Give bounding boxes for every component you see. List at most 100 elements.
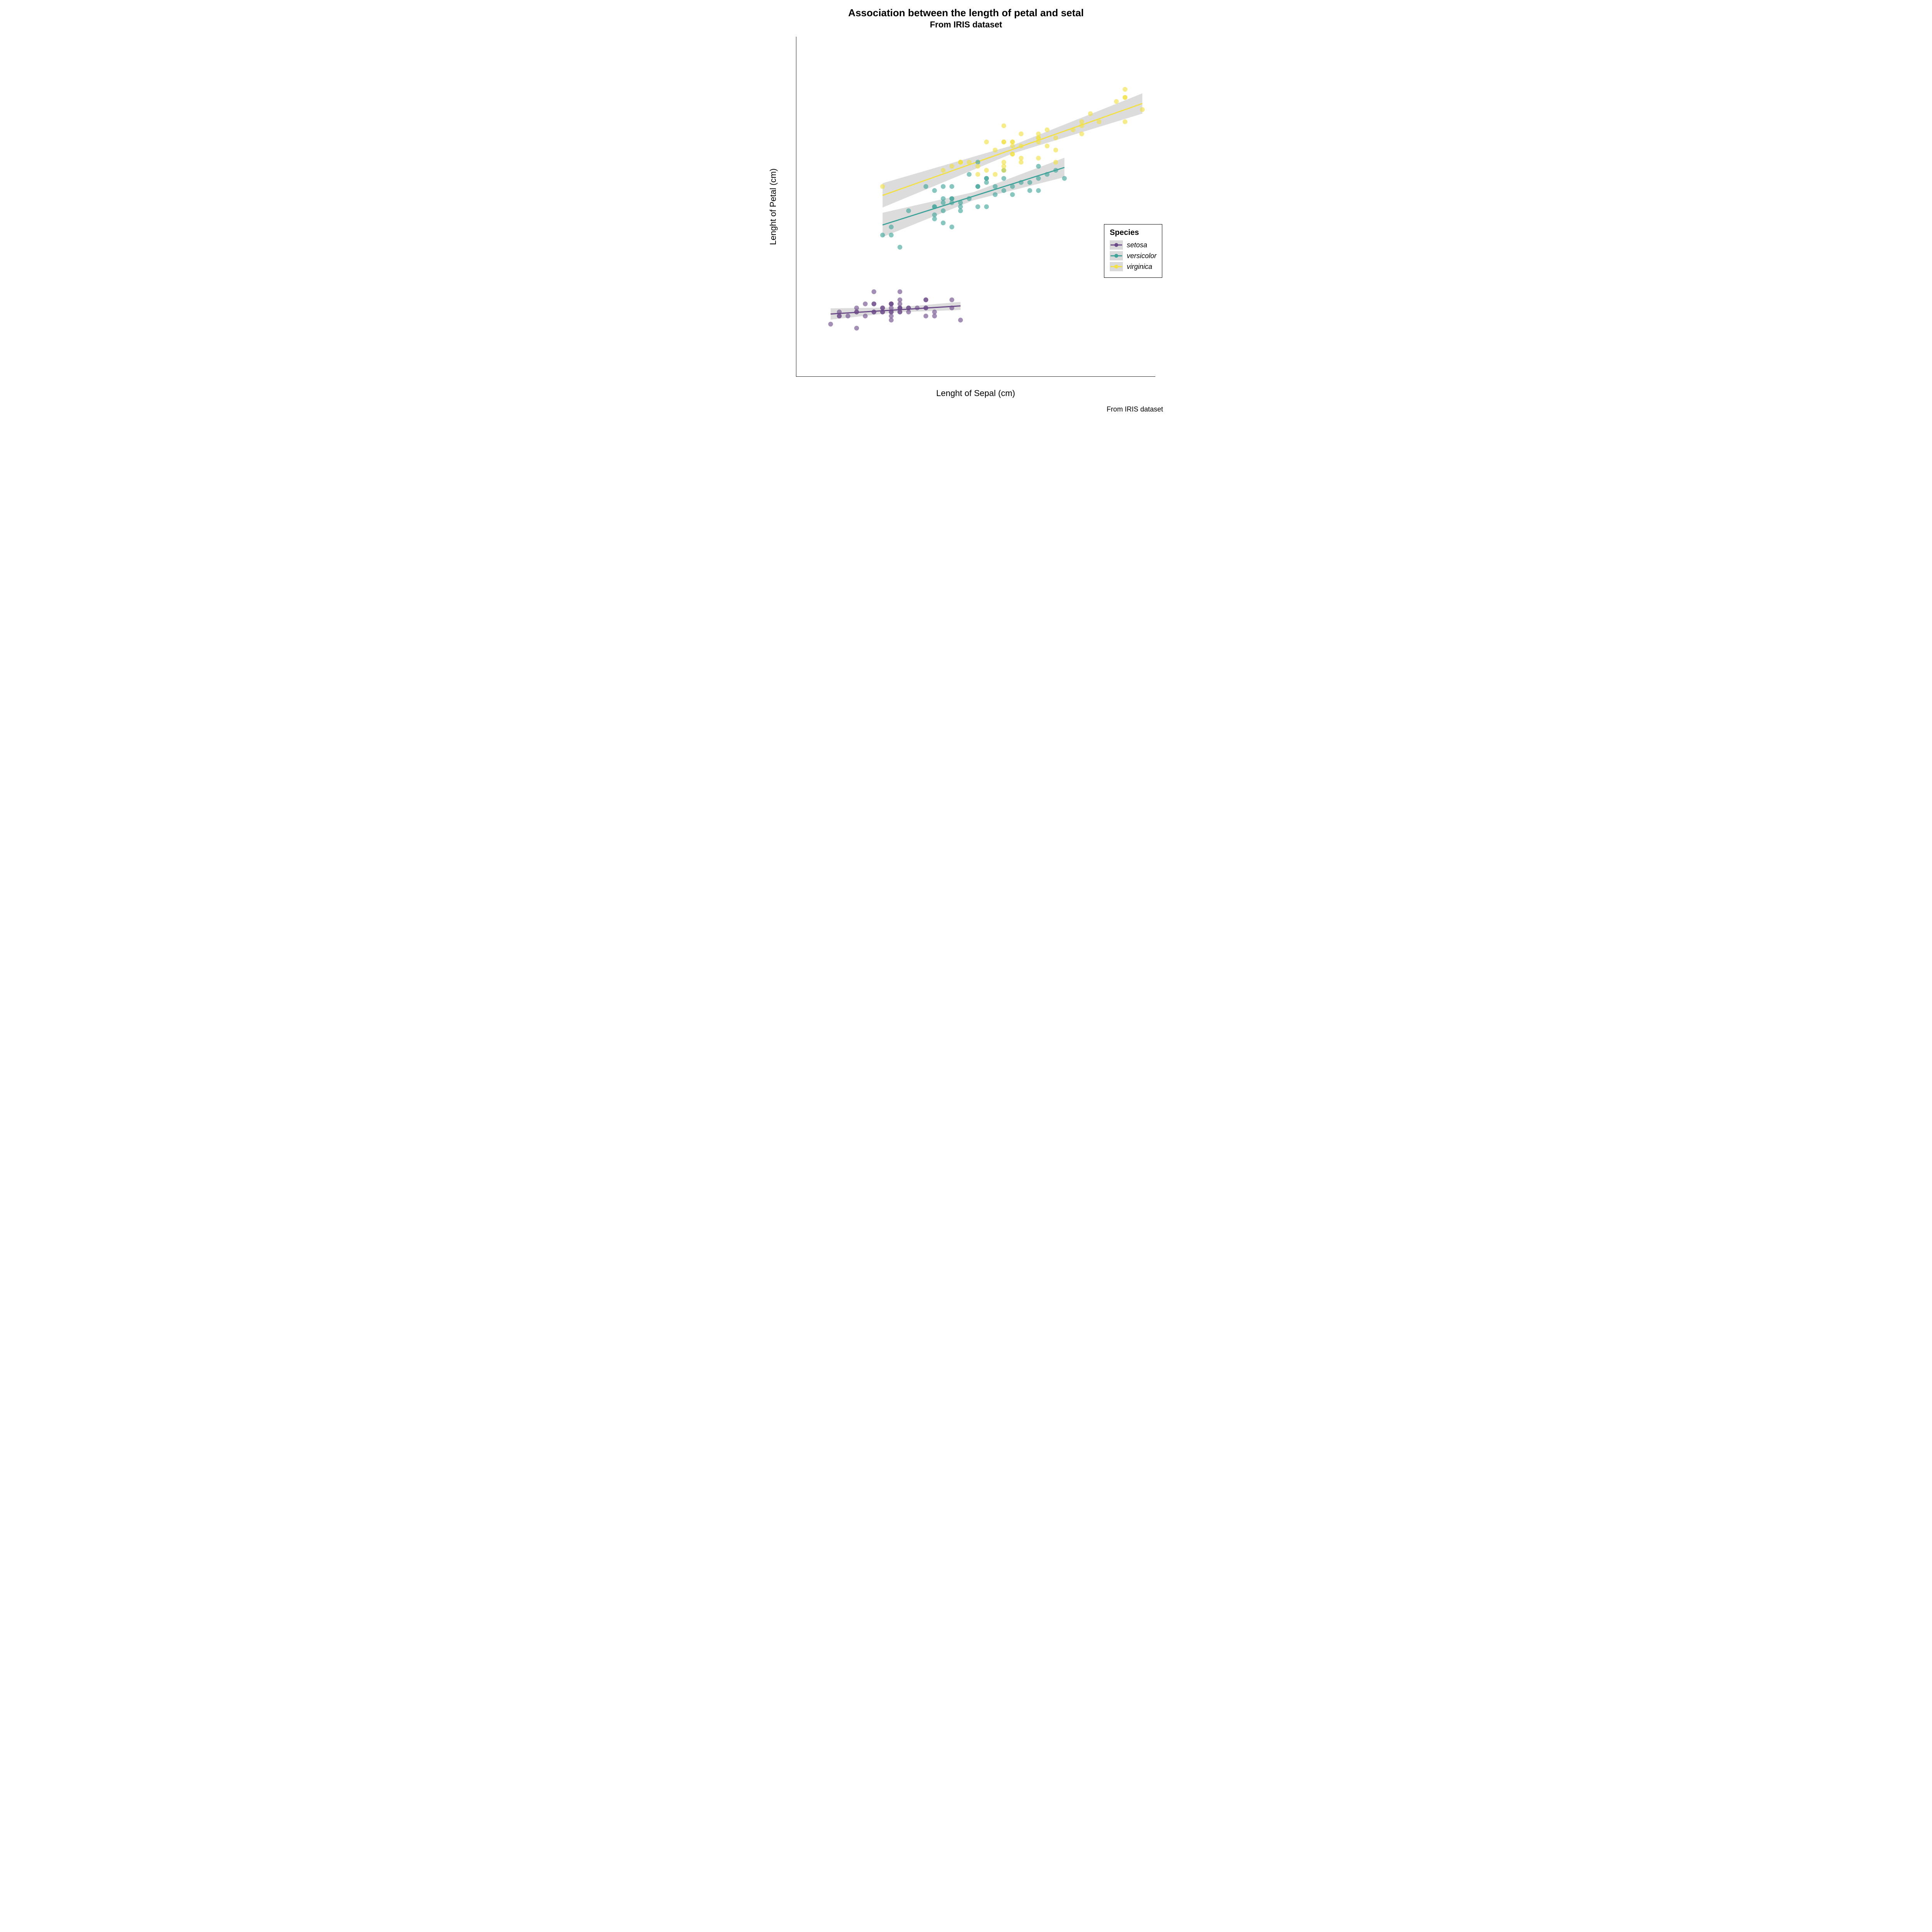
point-virginica [1088, 111, 1093, 116]
point-versicolor [941, 208, 946, 213]
point-versicolor [949, 184, 954, 189]
plot-panel: 45678 02468 [796, 37, 1155, 377]
point-setosa [845, 314, 850, 318]
point-versicolor [898, 245, 902, 250]
point-versicolor [1002, 188, 1006, 193]
point-virginica [1053, 136, 1058, 140]
chart-title: Association between the length of petal … [757, 7, 1175, 19]
point-setosa [923, 298, 928, 302]
chart-root: Association between the length of petal … [757, 0, 1175, 417]
point-setosa [889, 310, 893, 314]
point-versicolor [889, 233, 893, 237]
point-setosa [871, 289, 876, 294]
chart-subtitle: From IRIS dataset [757, 20, 1175, 30]
point-setosa [854, 310, 859, 314]
point-virginica [949, 164, 954, 168]
point-versicolor [975, 204, 980, 209]
point-virginica [1122, 119, 1127, 124]
point-virginica [1019, 144, 1023, 148]
legend-item-versicolor: versicolor [1110, 251, 1156, 260]
point-virginica [1122, 95, 1127, 100]
legend-key-versicolor [1110, 251, 1123, 260]
point-virginica [1010, 152, 1015, 156]
point-virginica [1097, 119, 1101, 124]
point-virginica [1010, 144, 1015, 148]
point-versicolor [1036, 164, 1041, 168]
point-virginica [1045, 128, 1049, 132]
point-setosa [915, 306, 920, 310]
point-virginica [1079, 123, 1084, 128]
point-virginica [1053, 160, 1058, 165]
point-setosa [923, 306, 928, 310]
point-virginica [967, 160, 971, 165]
point-virginica [1045, 144, 1049, 148]
legend-item-setosa: setosa [1110, 240, 1156, 250]
legend-label-setosa: setosa [1127, 241, 1147, 249]
legend-title: Species [1110, 228, 1156, 237]
point-virginica [993, 148, 997, 152]
point-setosa [949, 298, 954, 302]
chart-title-block: Association between the length of petal … [757, 7, 1175, 30]
point-virginica [984, 168, 989, 173]
legend-label-versicolor: versicolor [1127, 252, 1156, 260]
point-setosa [880, 310, 885, 314]
point-virginica [1053, 148, 1058, 152]
point-versicolor [932, 216, 937, 221]
point-versicolor [975, 184, 980, 189]
point-versicolor [1027, 188, 1032, 193]
chart-caption: From IRIS dataset [1107, 405, 1163, 413]
point-versicolor [993, 192, 997, 197]
x-axis-label: Lenght of Sepal (cm) [936, 388, 1015, 398]
point-versicolor [967, 172, 971, 177]
point-setosa [863, 301, 867, 306]
point-setosa [898, 289, 902, 294]
legend-label-virginica: virginica [1127, 263, 1152, 271]
point-versicolor [941, 221, 946, 225]
point-versicolor [906, 208, 911, 213]
point-setosa [932, 314, 937, 318]
point-versicolor [1010, 184, 1015, 189]
point-setosa [898, 301, 902, 306]
point-setosa [871, 310, 876, 314]
point-setosa [923, 314, 928, 318]
point-virginica [1036, 156, 1041, 160]
point-virginica [1002, 164, 1006, 168]
point-versicolor [941, 184, 946, 189]
point-virginica [1122, 87, 1127, 92]
point-virginica [1140, 107, 1145, 112]
y-axis-label: Lenght of Petal (cm) [768, 168, 778, 245]
point-setosa [949, 306, 954, 310]
point-virginica [975, 164, 980, 168]
point-virginica [1019, 131, 1023, 136]
point-virginica [958, 160, 963, 165]
point-versicolor [967, 196, 971, 201]
point-versicolor [941, 196, 946, 201]
point-setosa [828, 322, 833, 327]
point-setosa [854, 326, 859, 330]
point-versicolor [1036, 188, 1041, 193]
point-versicolor [889, 224, 893, 229]
point-virginica [941, 168, 946, 173]
point-versicolor [984, 204, 989, 209]
point-versicolor [1062, 176, 1066, 180]
legend-key-virginica [1110, 262, 1123, 271]
point-versicolor [958, 204, 963, 209]
point-virginica [1002, 139, 1006, 144]
point-virginica [1114, 99, 1119, 104]
point-versicolor [1027, 180, 1032, 185]
point-versicolor [1002, 176, 1006, 180]
point-versicolor [932, 204, 937, 209]
point-versicolor [932, 188, 937, 193]
point-versicolor [1053, 168, 1058, 173]
point-virginica [1019, 156, 1023, 160]
point-virginica [1071, 128, 1075, 132]
point-versicolor [984, 180, 989, 185]
point-versicolor [1019, 180, 1023, 185]
point-virginica [1079, 131, 1084, 136]
point-versicolor [1045, 172, 1049, 177]
point-virginica [975, 172, 980, 177]
point-setosa [871, 301, 876, 306]
point-setosa [837, 314, 842, 318]
legend-key-setosa [1110, 240, 1123, 250]
point-virginica [1036, 136, 1041, 140]
